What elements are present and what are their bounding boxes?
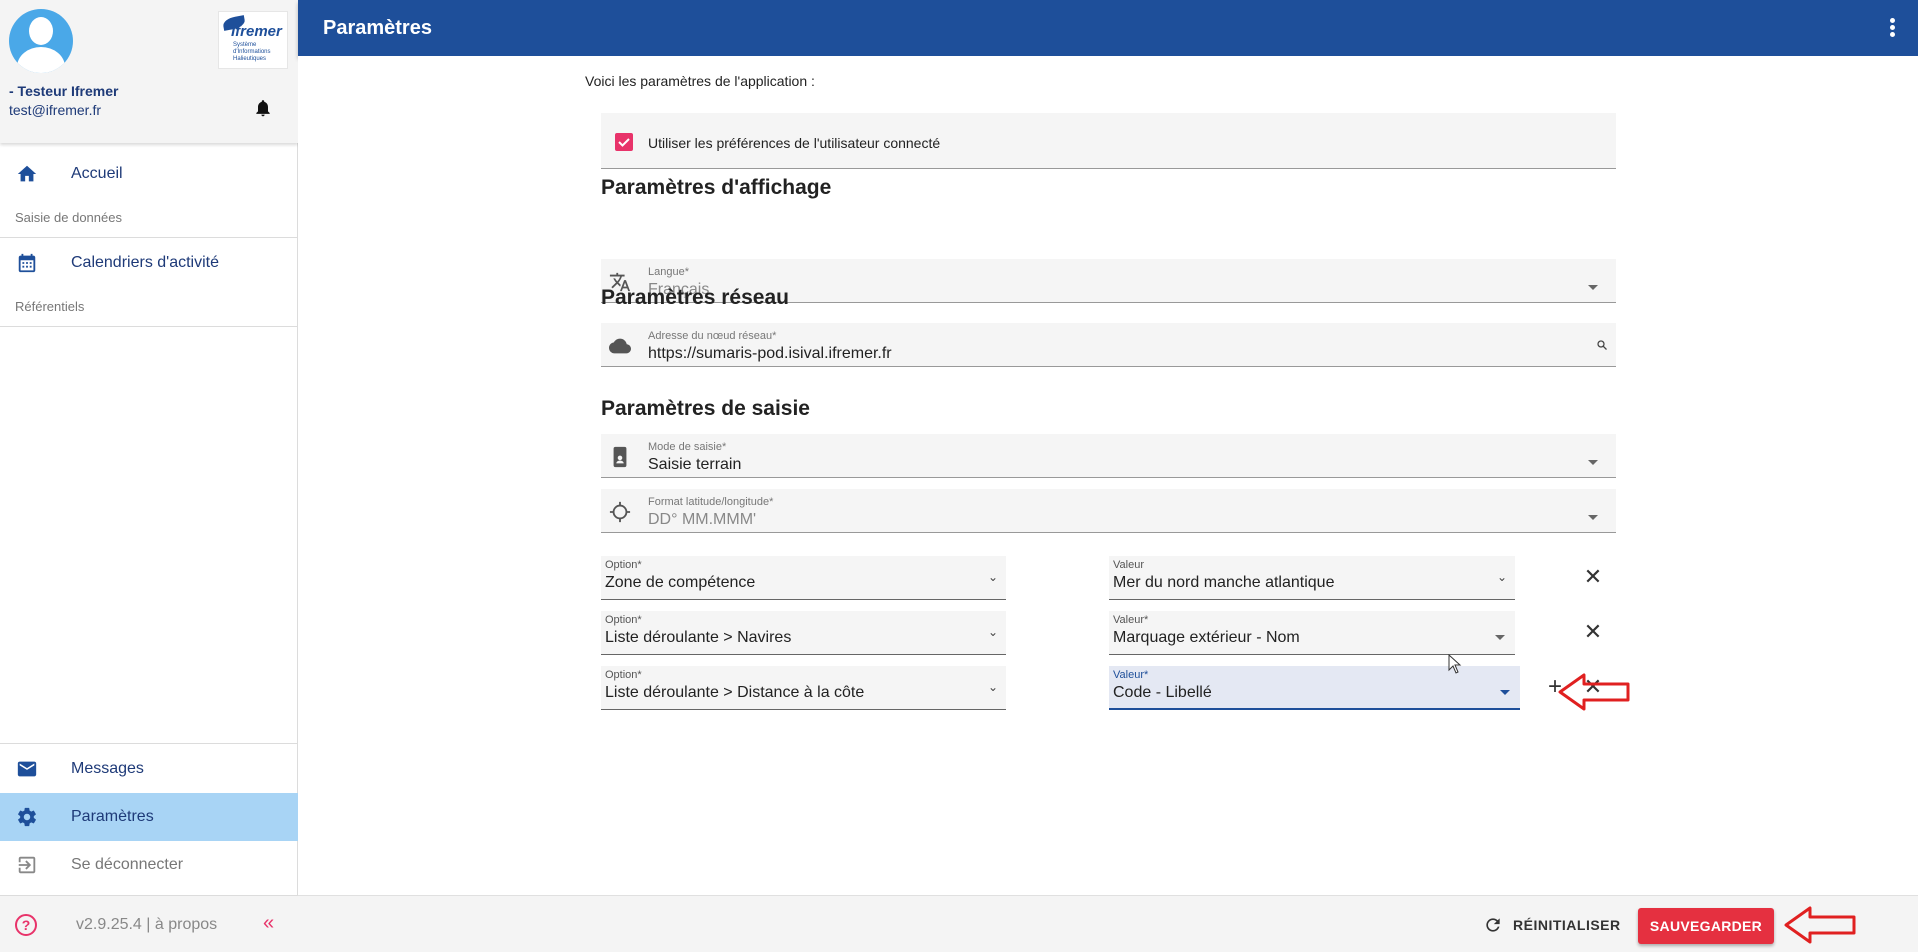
- dropdown-caret-icon: [1495, 635, 1505, 640]
- ifremer-logo: Ifremer Système d'Informations Halieutiq…: [218, 11, 288, 69]
- logo-subtitle: Système d'Informations Halieutiques: [233, 42, 271, 62]
- latlon-format-value: DD° MM.MMM': [648, 511, 757, 528]
- sidebar-item-label: Accueil: [71, 165, 123, 182]
- sidebar-footer: ? v2.9.25.4 | à propos «: [0, 895, 298, 952]
- option-value: Zone de compétence: [605, 574, 756, 591]
- refresh-icon: [1486, 918, 1500, 932]
- divider: [0, 743, 298, 744]
- divider: [0, 326, 298, 327]
- remove-option-button[interactable]: ✕: [1581, 621, 1605, 645]
- chevron-down-icon: ⌄: [1496, 570, 1507, 584]
- option-value: Liste déroulante > Distance à la côte: [605, 684, 865, 701]
- check-icon: [618, 138, 630, 147]
- network-node-field[interactable]: Adresse du nœud réseau* https://sumaris-…: [601, 323, 1616, 367]
- option-label: Option*: [605, 559, 642, 571]
- value-label: Valeur*: [1113, 614, 1149, 626]
- sidebar-item-calendriers[interactable]: Calendriers d'activité: [0, 239, 298, 287]
- gear-icon: [18, 807, 36, 827]
- reset-button[interactable]: RÉINITIALISER: [1483, 910, 1621, 940]
- option-select[interactable]: Option* Zone de compétence ⌄: [601, 556, 1006, 600]
- section-title-display: Paramètres d'affichage: [601, 176, 832, 199]
- sidebar-section-saisie: Saisie de données: [15, 210, 122, 225]
- latlon-format-label: Format latitude/longitude*: [648, 496, 774, 508]
- value-value: Code - Libellé: [1113, 684, 1212, 701]
- cloud-icon: [609, 338, 631, 354]
- language-label: Langue*: [648, 266, 689, 278]
- value-label: Valeur*: [1113, 669, 1149, 681]
- chevron-down-icon: ⌄: [987, 570, 998, 584]
- option-label: Option*: [605, 614, 642, 626]
- sidebar-item-label: Se déconnecter: [71, 856, 184, 873]
- value-value: Mer du nord manche atlantique: [1113, 574, 1335, 591]
- value-select[interactable]: Valeur* Marquage extérieur - Nom: [1109, 611, 1515, 655]
- sidebar-header: Ifremer Système d'Informations Halieutiq…: [0, 0, 298, 143]
- sidebar-item-label: Calendriers d'activité: [71, 254, 220, 271]
- logo-name: Ifremer: [231, 23, 282, 40]
- mobile-icon: [613, 446, 627, 468]
- sidebar: Ifremer Système d'Informations Halieutiq…: [0, 0, 298, 952]
- sidebar-item-accueil[interactable]: Accueil: [0, 150, 298, 198]
- annotation-arrow-icon: [1784, 906, 1856, 944]
- sidebar-item-label: Paramètres: [71, 808, 154, 825]
- input-mode-value: Saisie terrain: [648, 456, 742, 473]
- input-mode-select[interactable]: Mode de saisie* Saisie terrain: [601, 434, 1616, 478]
- option-label: Option*: [605, 669, 642, 681]
- input-mode-label: Mode de saisie*: [648, 441, 727, 453]
- dropdown-caret-icon: [1588, 460, 1598, 465]
- value-label: Valeur: [1113, 559, 1144, 571]
- use-user-prefs-row[interactable]: Utiliser les préférences de l'utilisateu…: [601, 113, 1616, 169]
- option-select[interactable]: Option* Liste déroulante > Distance à la…: [601, 666, 1006, 710]
- sidebar-item-messages[interactable]: Messages: [0, 745, 298, 793]
- divider: [0, 237, 298, 238]
- reset-label: RÉINITIALISER: [1513, 917, 1621, 933]
- dropdown-caret-icon: [1500, 690, 1510, 695]
- action-bar: RÉINITIALISER SAUVEGARDER: [298, 895, 1918, 952]
- chevron-down-icon: ⌄: [987, 680, 998, 694]
- page-title: Paramètres: [323, 17, 432, 39]
- dropdown-caret-icon: [1588, 515, 1598, 520]
- mouse-cursor-icon: [1448, 654, 1462, 674]
- option-value: Liste déroulante > Navires: [605, 629, 792, 646]
- intro-text: Voici les paramètres de l'application :: [585, 73, 815, 89]
- user-name: - Testeur Ifremer: [9, 83, 119, 99]
- top-bar: Paramètres: [298, 0, 1918, 56]
- sidebar-section-referentiels: Référentiels: [15, 299, 85, 314]
- section-title-network: Paramètres réseau: [601, 286, 789, 309]
- sidebar-item-parametres[interactable]: Paramètres: [0, 793, 298, 841]
- option-select[interactable]: Option* Liste déroulante > Navires ⌄: [601, 611, 1006, 655]
- user-email: test@ifremer.fr: [9, 102, 102, 118]
- crosshair-icon: [609, 501, 631, 523]
- settings-content: Voici les paramètres de l'application : …: [298, 56, 1918, 894]
- section-title-input: Paramètres de saisie: [601, 397, 810, 420]
- more-vert-icon[interactable]: [1890, 18, 1896, 38]
- value-select[interactable]: Valeur Mer du nord manche atlantique ⌄: [1109, 556, 1515, 600]
- avatar[interactable]: [9, 9, 73, 73]
- sidebar-item-label: Messages: [71, 760, 144, 777]
- logout-icon: [18, 856, 36, 874]
- network-node-label: Adresse du nœud réseau*: [648, 330, 777, 342]
- version-link[interactable]: v2.9.25.4 | à propos: [76, 916, 217, 934]
- value-value: Marquage extérieur - Nom: [1113, 629, 1300, 646]
- calendar-icon: [18, 253, 36, 273]
- sidebar-item-deconnecter[interactable]: Se déconnecter: [0, 841, 298, 889]
- network-node-value: https://sumaris-pod.isival.ifremer.fr: [648, 345, 892, 362]
- latlon-format-select[interactable]: Format latitude/longitude* DD° MM.MMM': [601, 489, 1616, 533]
- use-user-prefs-checkbox[interactable]: [615, 133, 633, 151]
- help-icon[interactable]: ?: [15, 914, 37, 936]
- remove-option-button[interactable]: ✕: [1581, 566, 1605, 590]
- search-icon[interactable]: [1596, 339, 1608, 351]
- bell-icon[interactable]: [253, 97, 273, 119]
- envelope-icon: [17, 761, 37, 777]
- chevron-down-icon: ⌄: [987, 625, 998, 639]
- save-button[interactable]: SAUVEGARDER: [1638, 908, 1774, 944]
- annotation-arrow-icon: [1558, 673, 1630, 711]
- use-user-prefs-label: Utiliser les préférences de l'utilisateu…: [648, 135, 941, 151]
- collapse-menu-icon[interactable]: «: [263, 912, 274, 935]
- dropdown-caret-icon: [1588, 285, 1598, 290]
- home-icon: [17, 165, 37, 182]
